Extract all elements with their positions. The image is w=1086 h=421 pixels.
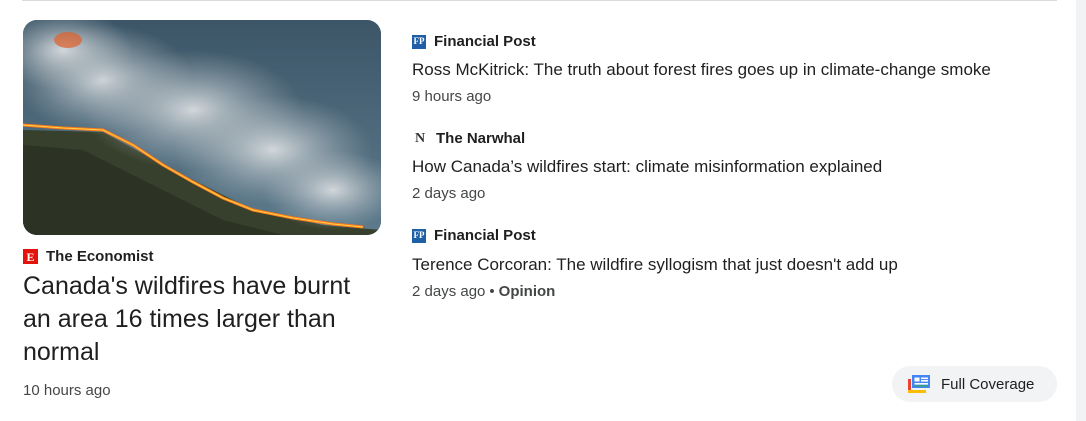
article-3-source[interactable]: FP Financial Post: [412, 227, 536, 244]
economist-logo-icon: E: [23, 249, 38, 264]
article-1-time: 9 hours ago: [412, 88, 492, 105]
opinion-label: Opinion: [498, 283, 556, 300]
financial-post-logo-icon: FP: [412, 34, 426, 49]
hero-time: 10 hours ago: [23, 382, 111, 399]
financial-post-logo-icon: FP: [412, 228, 426, 243]
scroll-gutter: [1076, 0, 1086, 421]
article-3-meta: 2 days ago • Opinion: [412, 283, 555, 300]
wildfire-photo: [23, 20, 381, 235]
article-1-source-name: Financial Post: [434, 33, 536, 50]
narwhal-logo-icon: N: [414, 130, 426, 146]
full-coverage-label: Full Coverage: [941, 375, 1035, 393]
article-3-time: 2 days ago: [412, 283, 486, 300]
article-3-headline[interactable]: Terence Corcoran: The wildfire syllogism…: [412, 255, 898, 275]
article-2-source[interactable]: N The Narwhal: [412, 130, 525, 147]
meta-separator: •: [489, 283, 495, 300]
article-1-source[interactable]: FP Financial Post: [412, 33, 536, 50]
hero-image[interactable]: [23, 20, 381, 235]
article-1-headline[interactable]: Ross McKitrick: The truth about forest f…: [412, 60, 991, 80]
article-3-source-name: Financial Post: [434, 227, 536, 244]
article-2-headline[interactable]: How Canada’s wildfires start: climate mi…: [412, 157, 882, 177]
hero-source[interactable]: E The Economist: [23, 248, 154, 265]
article-2-source-name: The Narwhal: [436, 130, 526, 147]
article-2-time: 2 days ago: [412, 185, 486, 202]
hero-headline[interactable]: Canada's wildfires have burnt an area 16…: [23, 270, 383, 369]
full-coverage-icon: [908, 375, 930, 393]
hero-source-name: The Economist: [46, 248, 154, 265]
full-coverage-button[interactable]: Full Coverage: [892, 366, 1057, 402]
top-divider: [22, 0, 1057, 1]
